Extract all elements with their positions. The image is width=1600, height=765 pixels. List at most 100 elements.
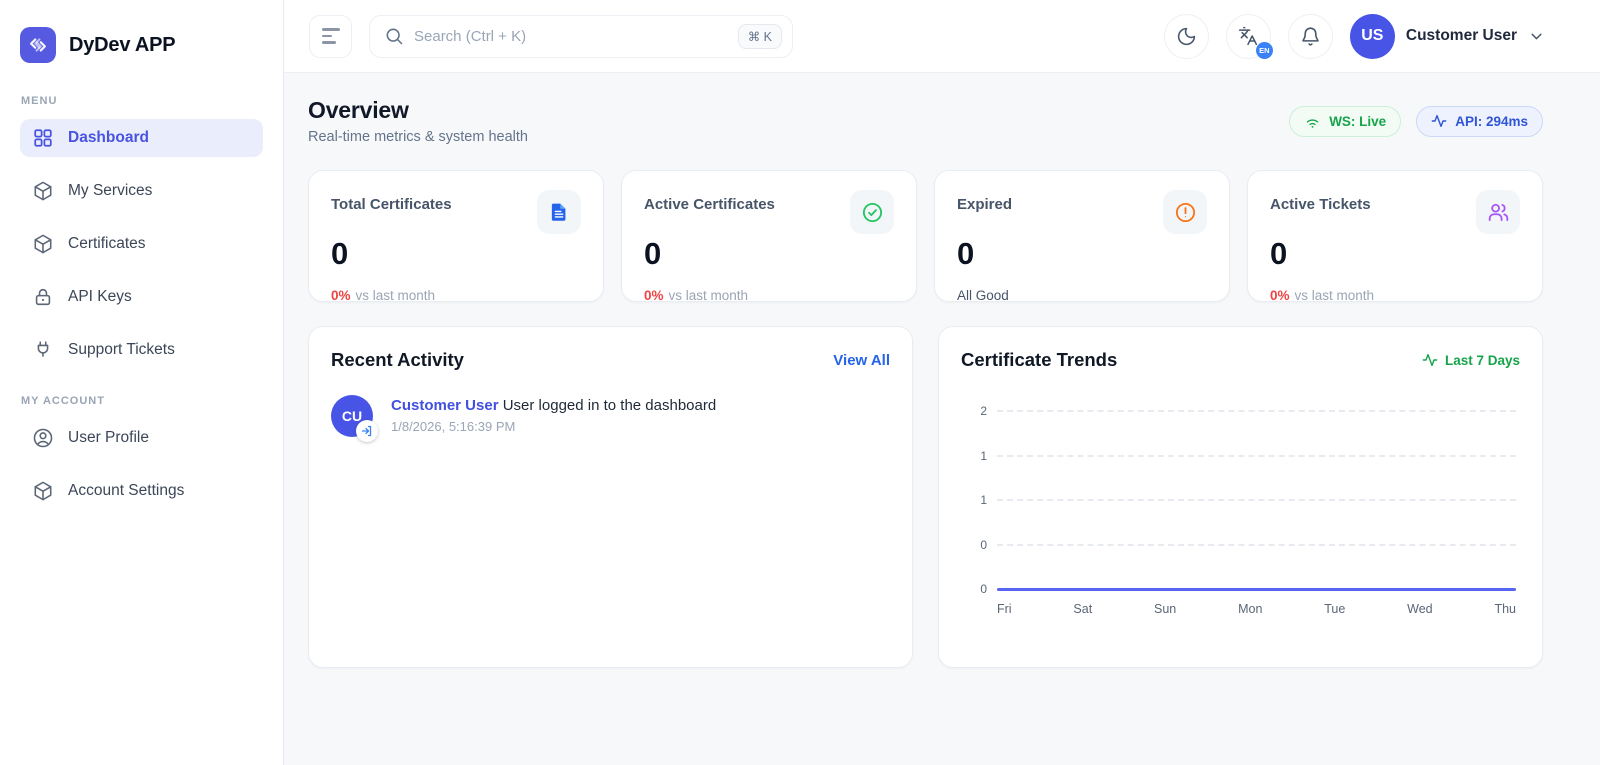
page-subtitle: Real-time metrics & system health xyxy=(308,129,528,145)
avatar: US xyxy=(1350,14,1395,59)
stat-footnote: All Good xyxy=(957,288,1207,303)
sidebar-item-label: Dashboard xyxy=(68,129,149,147)
stat-footnote: 0%vs last month xyxy=(331,288,581,303)
sidebar-item-label: User Profile xyxy=(68,429,149,447)
lock-icon xyxy=(32,286,54,308)
sidebar-item-support-tickets[interactable]: Support Tickets xyxy=(20,331,263,369)
x-tick-label: Wed xyxy=(1407,602,1432,616)
package-icon xyxy=(32,480,54,502)
trends-period: Last 7 Days xyxy=(1422,352,1520,368)
stat-value: 0 xyxy=(957,236,1207,272)
app-logo: DyDev APP xyxy=(0,0,283,81)
activity-list-item: CU Customer User User logged in to the d… xyxy=(331,395,890,439)
sidebar-item-label: API Keys xyxy=(68,288,132,306)
notifications-button[interactable] xyxy=(1288,14,1333,59)
ws-status-badge: WS: Live xyxy=(1289,106,1401,137)
sidebar-item-label: Certificates xyxy=(68,235,146,253)
recent-activity-title: Recent Activity xyxy=(331,349,464,371)
y-tick-label: 1 xyxy=(961,449,987,463)
sidebar-item-api-keys[interactable]: API Keys xyxy=(20,278,263,316)
gridline: 1 xyxy=(961,493,1516,507)
activity-pulse-icon xyxy=(1422,352,1438,368)
search-shortcut-chip: ⌘ K xyxy=(738,24,782,49)
file-text-icon xyxy=(537,190,581,234)
recent-activity-card: Recent Activity View All CU Customer Use… xyxy=(308,326,913,668)
moon-icon xyxy=(1176,26,1197,47)
search-box: ⌘ K xyxy=(369,15,793,58)
login-icon xyxy=(356,420,378,442)
user-circle-icon xyxy=(32,427,54,449)
grid-icon xyxy=(32,127,54,149)
sidebar-item-my-services[interactable]: My Services xyxy=(20,172,263,210)
y-tick-label: 2 xyxy=(961,404,987,418)
sidebar-item-label: My Services xyxy=(68,182,152,200)
gridline: 2 xyxy=(961,404,1516,418)
check-circle-icon xyxy=(850,190,894,234)
stat-footnote: 0%vs last month xyxy=(644,288,894,303)
search-icon xyxy=(384,26,404,46)
x-tick-label: Fri xyxy=(997,602,1012,616)
sidebar-item-account-settings[interactable]: Account Settings xyxy=(20,472,263,510)
language-badge: EN xyxy=(1256,42,1273,59)
x-tick-label: Tue xyxy=(1324,602,1345,616)
sidebar-item-certificates[interactable]: Certificates xyxy=(20,225,263,263)
main-content: Overview Real-time metrics & system heal… xyxy=(284,73,1600,765)
x-tick-label: Thu xyxy=(1494,602,1516,616)
sidebar-section-menu: MENU xyxy=(21,95,283,107)
user-menu[interactable]: US Customer User xyxy=(1350,14,1545,59)
x-axis-labels: Fri Sat Sun Mon Tue Wed Thu xyxy=(997,602,1516,616)
stat-value: 0 xyxy=(644,236,894,272)
y-tick-label: 0 xyxy=(961,538,987,552)
sidebar-item-user-profile[interactable]: User Profile xyxy=(20,419,263,457)
sidebar-toggle-button[interactable] xyxy=(309,15,352,58)
gridline: 0 xyxy=(961,538,1516,552)
stat-value: 0 xyxy=(331,236,581,272)
activity-user: Customer User xyxy=(391,397,499,414)
y-tick-label: 1 xyxy=(961,493,987,507)
sidebar-section-my-account: MY ACCOUNT xyxy=(21,395,283,407)
stat-card-total-certificates: Total Certificates 0 0%vs last month xyxy=(308,170,604,302)
certificate-trends-card: Certificate Trends Last 7 Days 2 xyxy=(938,326,1543,668)
theme-toggle-button[interactable] xyxy=(1164,14,1209,59)
user-name: Customer User xyxy=(1406,27,1517,45)
sidebar-item-label: Account Settings xyxy=(68,482,184,500)
sidebar: DyDev APP MENU Dashboard My Services xyxy=(0,0,284,765)
stat-value: 0 xyxy=(1270,236,1520,272)
sidebar-item-label: Support Tickets xyxy=(68,341,175,359)
page-title: Overview xyxy=(308,97,528,124)
y-tick-label: 0 xyxy=(961,582,987,596)
sidebar-item-dashboard[interactable]: Dashboard xyxy=(20,119,263,157)
wifi-icon xyxy=(1304,113,1321,130)
x-tick-label: Sun xyxy=(1154,602,1176,616)
x-tick-label: Mon xyxy=(1238,602,1262,616)
alert-circle-icon xyxy=(1163,190,1207,234)
stat-footnote: 0%vs last month xyxy=(1270,288,1520,303)
package-icon xyxy=(32,233,54,255)
stat-card-active-certificates: Active Certificates 0 0%vs last month xyxy=(621,170,917,302)
gridline: 1 xyxy=(961,449,1516,463)
app-name: DyDev APP xyxy=(69,34,175,57)
search-input[interactable] xyxy=(414,28,728,45)
data-series-line: 0 xyxy=(961,582,1516,596)
language-button[interactable]: EN xyxy=(1226,14,1271,59)
activity-message: Customer User User logged in to the dash… xyxy=(391,395,716,414)
line-chart: 2 1 1 0 0 Fri S xyxy=(961,411,1520,616)
plug-icon xyxy=(32,339,54,361)
chevron-down-icon xyxy=(1528,28,1545,45)
logo-chevrons-icon xyxy=(20,27,56,63)
stat-card-expired: Expired 0 All Good xyxy=(934,170,1230,302)
trends-title: Certificate Trends xyxy=(961,349,1117,371)
users-icon xyxy=(1476,190,1520,234)
view-all-link[interactable]: View All xyxy=(833,352,890,369)
activity-timestamp: 1/8/2026, 5:16:39 PM xyxy=(391,419,716,434)
api-latency-badge: API: 294ms xyxy=(1416,106,1543,137)
hamburger-icon xyxy=(322,28,340,31)
translate-icon xyxy=(1238,26,1258,46)
x-tick-label: Sat xyxy=(1073,602,1092,616)
topbar: ⌘ K EN US Customer User xyxy=(284,0,1600,73)
package-icon xyxy=(32,180,54,202)
page-header: Overview Real-time metrics & system heal… xyxy=(308,97,1543,145)
bell-icon xyxy=(1300,26,1321,47)
pulse-icon xyxy=(1431,113,1447,129)
stat-card-active-tickets: Active Tickets 0 0%vs last month xyxy=(1247,170,1543,302)
